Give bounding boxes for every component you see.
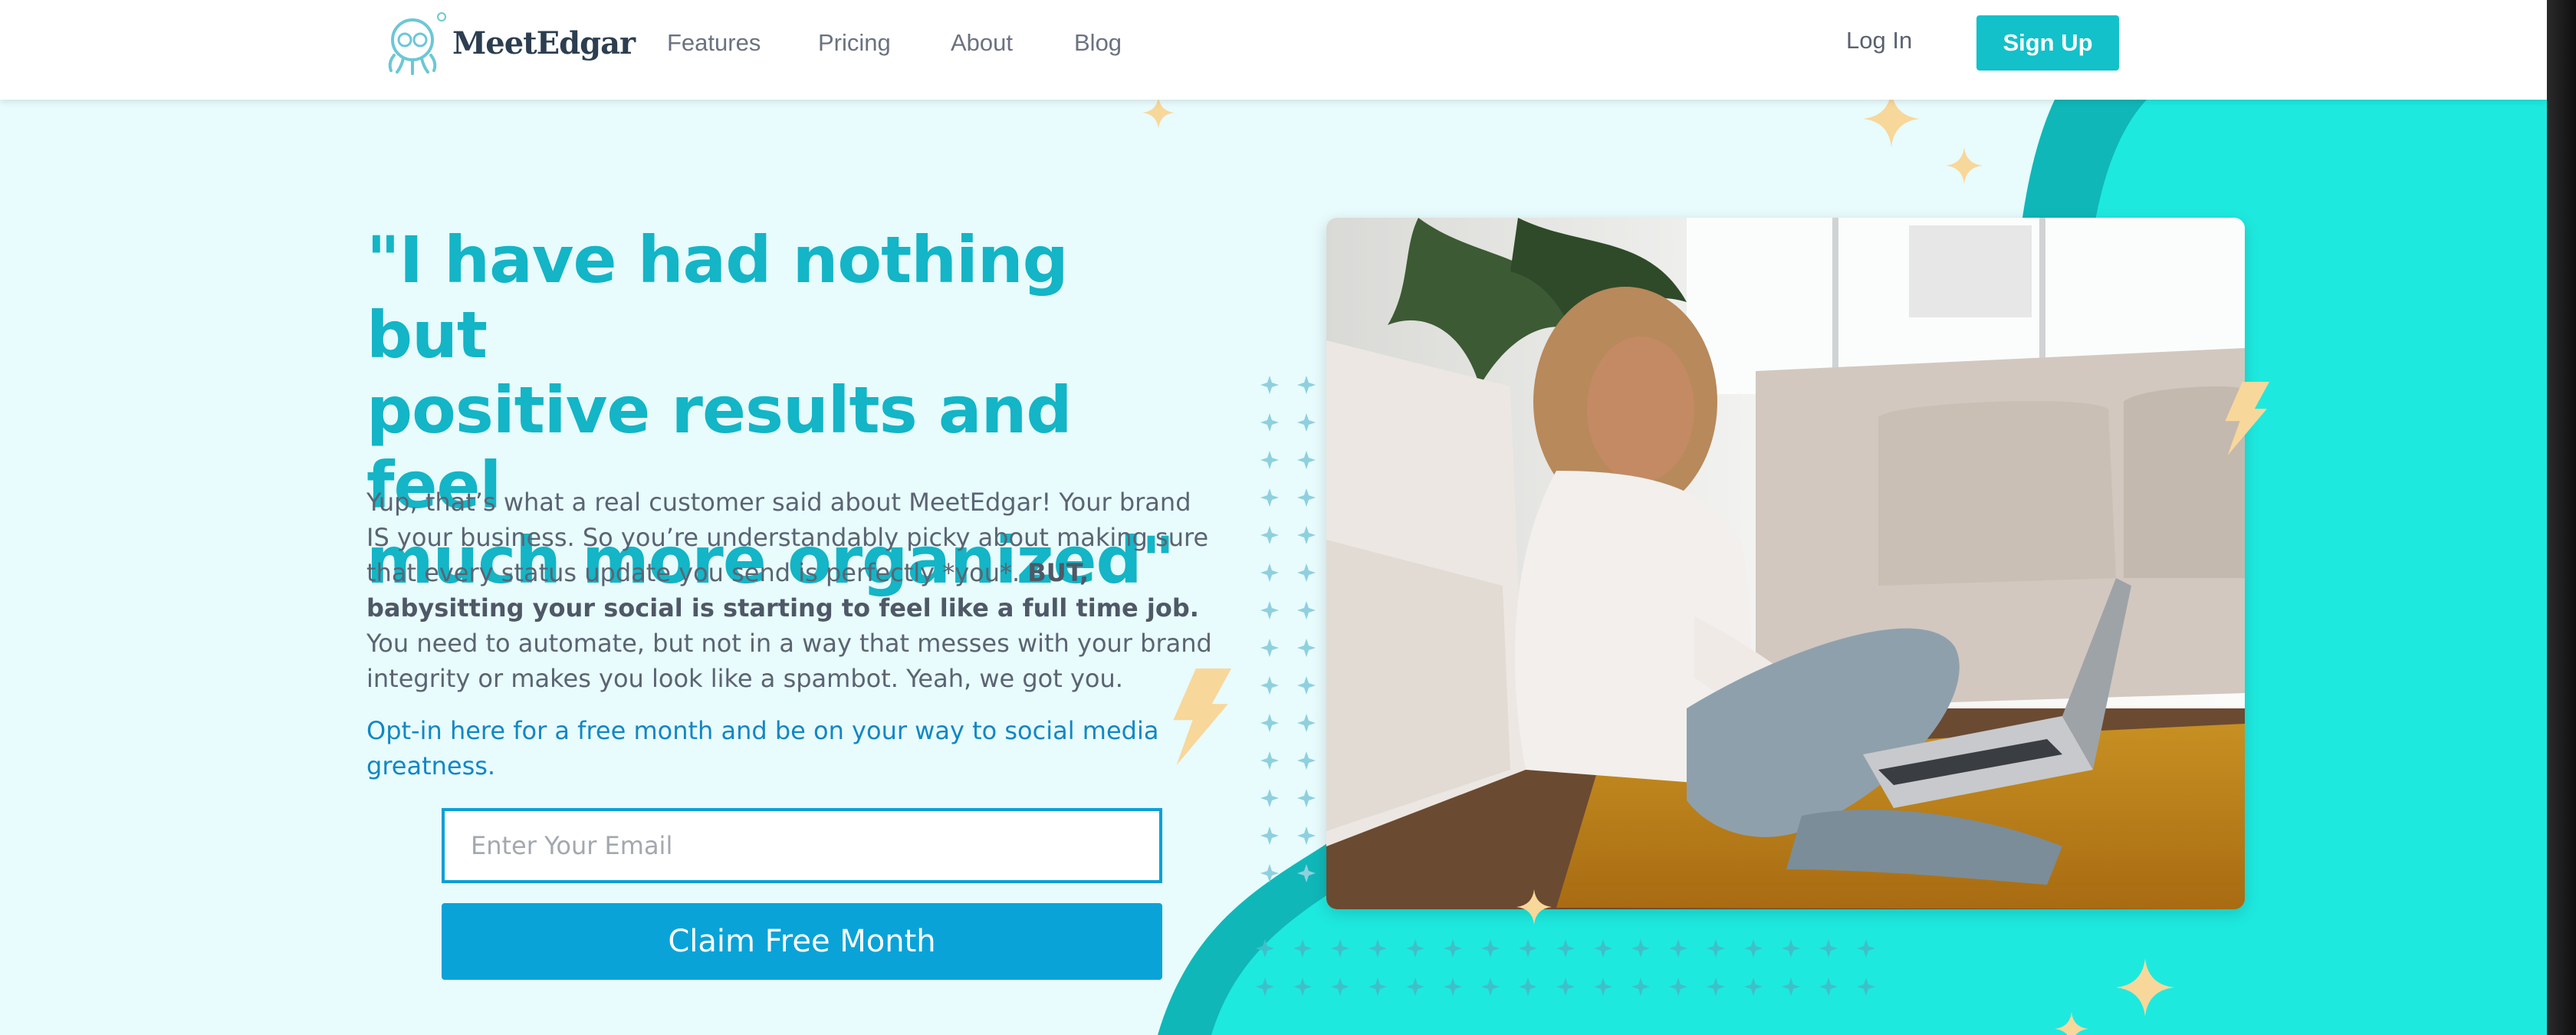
plus-sparkle-icon (1260, 488, 1279, 507)
plus-sparkle-icon (1331, 939, 1349, 958)
plus-sparkle-icon (1260, 789, 1279, 807)
signup-button[interactable]: Sign Up (1976, 15, 2119, 71)
plus-sparkle-icon (1556, 978, 1575, 996)
plus-sparkle-icon (1444, 978, 1462, 996)
woman-with-laptop-illustration (1326, 218, 2245, 909)
plus-sparkle-icon (1556, 939, 1575, 958)
plus-sparkle-icon (1260, 413, 1279, 432)
plus-sparkle-icon (1297, 826, 1316, 845)
plus-sparkle-icon (1481, 978, 1500, 996)
plus-sparkle-icon (1594, 978, 1612, 996)
plus-sparkle-icon (1256, 978, 1274, 996)
plus-sparkle-icon (1519, 939, 1537, 958)
plus-sparkle-icon (1331, 978, 1349, 996)
hero-body-text: Yup, that’s what a real customer said ab… (366, 485, 1221, 696)
optin-text: Opt-in here for a free month and be on y… (366, 716, 1159, 780)
plus-sparkle-icon (1260, 714, 1279, 732)
plus-sparkle-icon (1297, 564, 1316, 582)
plus-sparkle-icon (1297, 639, 1316, 657)
plus-sparkle-icon (1260, 639, 1279, 657)
window-scrollbar-edge (2547, 0, 2576, 1035)
top-navigation-bar: MeetEdgar Features Pricing About Blog Lo… (0, 0, 2547, 100)
plus-sparkle-icon (1260, 751, 1279, 770)
plus-sparkle-icon (1297, 451, 1316, 469)
plus-sparkle-icon (1297, 413, 1316, 432)
plus-sparkle-icon (1744, 978, 1763, 996)
plus-sparkle-icon (1260, 864, 1279, 882)
plus-sparkle-icon (1519, 978, 1537, 996)
plus-sparkle-icon (1297, 676, 1316, 695)
nav-pricing-link[interactable]: Pricing (818, 29, 891, 57)
plus-sparkle-icon (1707, 978, 1725, 996)
plus-sparkle-icon (1631, 978, 1650, 996)
plus-sparkle-icon (1819, 978, 1838, 996)
plus-sparkle-icon (1293, 939, 1312, 958)
plus-sparkle-icon (1594, 939, 1612, 958)
sparkle-icon (1946, 147, 1983, 184)
plus-sparkle-icon (1297, 526, 1316, 544)
plus-sparkle-icon (1297, 751, 1316, 770)
plus-sparkle-icon (1669, 978, 1687, 996)
plus-sparkle-icon (1297, 789, 1316, 807)
brand-logo[interactable]: MeetEdgar (382, 11, 636, 75)
plus-sparkle-icon (1406, 939, 1424, 958)
plus-sparkle-icon (1260, 826, 1279, 845)
plus-sparkle-icon (1406, 978, 1424, 996)
hero-photo (1326, 218, 2245, 909)
sparkle-icon (2055, 1012, 2088, 1035)
body-text-part-2: You need to automate, but not in a way t… (366, 629, 1212, 693)
plus-sparkle-icon (1260, 451, 1279, 469)
plus-sparkle-icon (1744, 939, 1763, 958)
login-link[interactable]: Log In (1846, 27, 1912, 54)
brand-name: MeetEdgar (452, 25, 636, 61)
plus-sparkle-icon (1256, 939, 1274, 958)
sparkle-icon (1142, 97, 1175, 129)
plus-sparkle-icon (1297, 864, 1316, 882)
plus-sparkle-icon (1260, 376, 1279, 394)
plus-sparkle-icon (1707, 939, 1725, 958)
plus-sparkle-grid (1260, 376, 1316, 882)
plus-sparkle-icon (1260, 526, 1279, 544)
plus-sparkle-icon (1481, 939, 1500, 958)
plus-sparkle-icon (1631, 939, 1650, 958)
plus-sparkle-icon (1293, 978, 1312, 996)
headline-line-1: "I have had nothing but (366, 222, 1069, 373)
plus-sparkle-icon (1297, 488, 1316, 507)
plus-sparkle-icon (1297, 601, 1316, 619)
plus-sparkle-icon (1260, 601, 1279, 619)
plus-sparkle-icon (1297, 376, 1316, 394)
plus-sparkle-icon (1857, 978, 1875, 996)
claim-free-month-button[interactable]: Claim Free Month (442, 903, 1162, 980)
nav-blog-link[interactable]: Blog (1074, 29, 1122, 57)
plus-sparkle-icon (1368, 939, 1387, 958)
plus-sparkle-icon (1444, 939, 1462, 958)
email-input[interactable] (442, 808, 1162, 883)
nav-features-link[interactable]: Features (667, 29, 761, 57)
plus-sparkle-icon (1782, 978, 1800, 996)
sparkle-icon (2116, 958, 2174, 1017)
plus-sparkle-grid-bottom (1256, 939, 1875, 996)
landing-page: MeetEdgar Features Pricing About Blog Lo… (0, 0, 2547, 1035)
plus-sparkle-icon (1782, 939, 1800, 958)
plus-sparkle-icon (1297, 714, 1316, 732)
nav-about-link[interactable]: About (951, 29, 1013, 57)
plus-sparkle-icon (1669, 939, 1687, 958)
plus-sparkle-icon (1260, 564, 1279, 582)
plus-sparkle-icon (1819, 939, 1838, 958)
octopus-logo-icon (388, 12, 446, 75)
plus-sparkle-icon (1857, 939, 1875, 958)
plus-sparkle-icon (1368, 978, 1387, 996)
plus-sparkle-icon (1260, 676, 1279, 695)
